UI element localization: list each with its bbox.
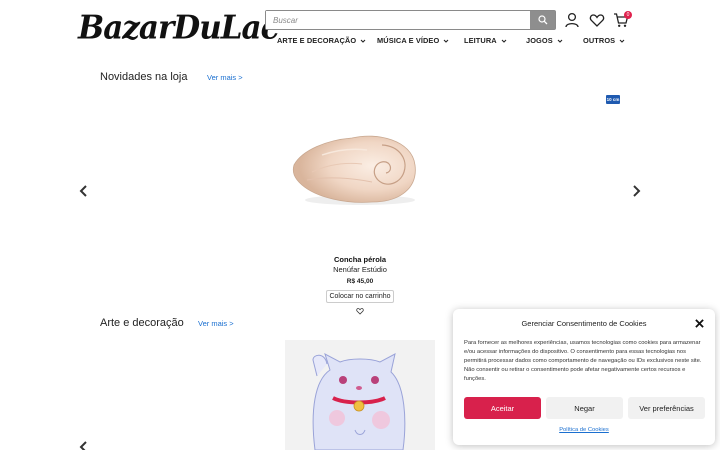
nav-item-label: JOGOS	[526, 36, 553, 45]
cookie-preferences-button[interactable]: Ver preferências	[628, 397, 705, 419]
nav-item-musica[interactable]: MÚSICA E VÍDEO	[377, 36, 449, 45]
site-logo[interactable]: BazarDuLac	[78, 8, 279, 48]
carousel-prev-icon[interactable]	[77, 184, 91, 198]
product-image-shell[interactable]	[282, 110, 432, 220]
nav-item-leitura[interactable]: LEITURA	[464, 36, 507, 45]
search-icon	[537, 15, 547, 25]
product-image-cat[interactable]	[285, 340, 435, 450]
cookie-dialog-title: Gerenciar Consentimento de Cookies	[521, 319, 647, 328]
lucky-cat-figure	[312, 352, 406, 450]
nav-item-jogos[interactable]: JOGOS	[526, 36, 563, 45]
search-bar	[265, 10, 556, 30]
chevron-down-icon	[501, 39, 507, 43]
carousel-prev-icon[interactable]	[77, 440, 91, 450]
product-price: R$ 45,00	[346, 278, 374, 285]
section-title-arte: Arte e decoração	[100, 317, 184, 329]
cart-count-badge: 0	[624, 11, 632, 19]
chevron-down-icon	[619, 39, 625, 43]
close-icon[interactable]	[695, 319, 704, 328]
nav-item-label: MÚSICA E VÍDEO	[377, 36, 440, 45]
product-name[interactable]: Concha pérola	[300, 255, 420, 264]
cookie-dialog-text: Para fornecer as melhores experiências, …	[464, 340, 702, 382]
search-button[interactable]	[530, 11, 555, 29]
nav-item-arte[interactable]: ARTE E DECORAÇÃO	[277, 36, 366, 45]
see-more-arte-link[interactable]: Ver mais >	[198, 319, 234, 328]
nav-item-label: LEITURA	[464, 36, 497, 45]
logo-text: BazarDuLac	[78, 9, 279, 47]
wishlist-heart-icon[interactable]	[356, 307, 364, 315]
see-more-novidades-link[interactable]: Ver mais >	[207, 73, 243, 82]
chevron-down-icon	[360, 39, 366, 43]
heart-icon[interactable]	[589, 12, 605, 28]
deny-cookies-button[interactable]: Negar	[546, 397, 623, 419]
nav-item-outros[interactable]: OUTROS	[583, 36, 625, 45]
accept-cookies-button[interactable]: Aceitar	[464, 397, 541, 419]
cookie-consent-dialog: Gerenciar Consentimento de Cookies Para …	[453, 309, 715, 445]
chevron-down-icon	[557, 39, 563, 43]
nav-item-label: ARTE E DECORAÇÃO	[277, 36, 357, 45]
section-title-novidades: Novidades na loja	[100, 71, 188, 83]
carousel-next-icon[interactable]	[629, 184, 643, 198]
add-to-cart-button[interactable]: Colocar no carrinho	[326, 290, 394, 303]
cookie-policy-link[interactable]: Política de Cookies	[453, 427, 715, 433]
search-input[interactable]	[266, 11, 530, 29]
nav-item-label: OUTROS	[583, 36, 616, 45]
user-icon[interactable]	[564, 12, 580, 28]
chevron-down-icon	[443, 39, 449, 43]
size-badge: 10 cm	[606, 95, 620, 104]
product-brand: Nenúfar Estúdio	[333, 265, 387, 274]
